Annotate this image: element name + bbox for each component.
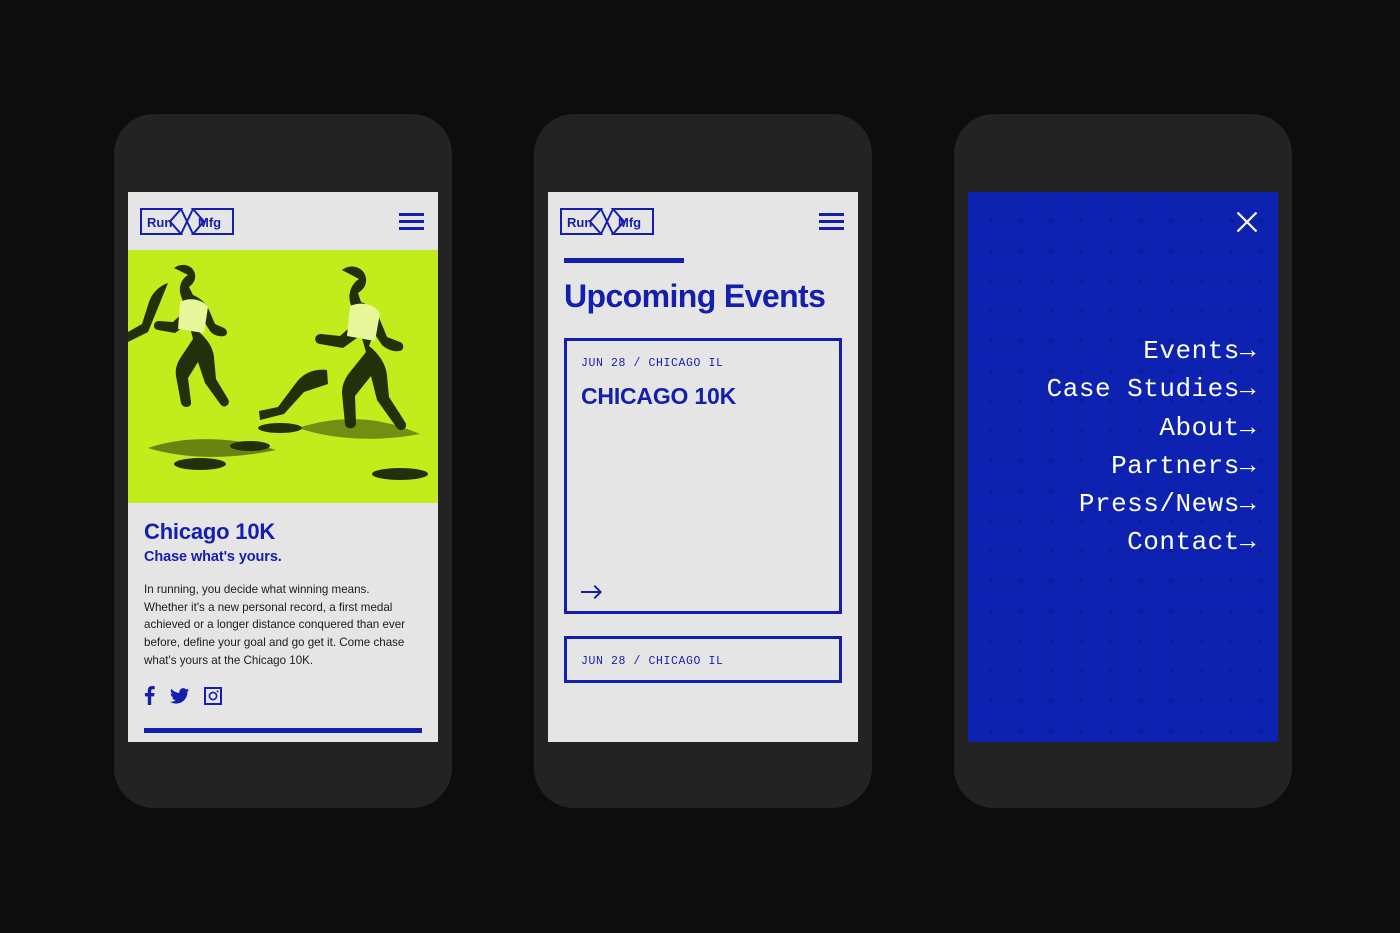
title-accent-rule: [564, 258, 684, 263]
facebook-icon[interactable]: [144, 686, 155, 706]
menu-item-press-news[interactable]: Press/News→: [1079, 490, 1256, 518]
phone-mockup-menu: Events→ Case Studies→ About→ Partners→ P…: [954, 114, 1292, 808]
menu-item-partners[interactable]: Partners→: [1111, 452, 1256, 480]
phone-mockup-article: Run Mfg Chicago 10K Chase what's yours. …: [114, 114, 452, 808]
event-meta: JUN 28 / CHICAGO IL: [581, 655, 724, 669]
hamburger-bar: [399, 212, 424, 216]
hamburger-icon[interactable]: [819, 212, 844, 230]
social-links: [144, 686, 422, 706]
event-meta: JUN 28 / CHICAGO IL: [581, 357, 724, 371]
article-block: Chicago 10K Chase what's yours. In runni…: [128, 503, 438, 706]
hamburger-bar: [819, 219, 844, 223]
app-bar: Run Mfg: [548, 192, 858, 250]
svg-text:Run: Run: [147, 215, 172, 230]
section-divider: [144, 728, 422, 734]
twitter-icon[interactable]: [170, 687, 189, 704]
section-title: Upcoming Events: [564, 278, 826, 314]
article-body: In running, you decide what winning mean…: [144, 583, 406, 667]
brand-logo[interactable]: Run Mfg: [559, 207, 655, 236]
menu-item-contact[interactable]: Contact→: [1127, 529, 1256, 557]
brand-logo[interactable]: Run Mfg: [139, 207, 235, 236]
screen-menu: Events→ Case Studies→ About→ Partners→ P…: [968, 192, 1278, 742]
events-body: Upcoming Events JUN 28 / CHICAGO IL CHIC…: [548, 258, 858, 684]
menu-overlay: Events→ Case Studies→ About→ Partners→ P…: [968, 192, 1278, 742]
close-icon[interactable]: [1236, 211, 1258, 233]
hamburger-bar: [399, 226, 424, 230]
app-bar: Run Mfg: [128, 192, 438, 250]
hero-image-runners: [128, 250, 438, 503]
page-title: Chicago 10K: [144, 519, 276, 544]
menu-item-events[interactable]: Events→: [1143, 337, 1256, 365]
main-menu: Events→ Case Studies→ About→ Partners→ P…: [978, 337, 1256, 557]
page-subtitle: Chase what's yours.: [144, 549, 282, 566]
hamburger-icon[interactable]: [399, 212, 424, 230]
arrow-right-icon[interactable]: [581, 585, 825, 600]
event-card[interactable]: JUN 28 / CHICAGO IL: [564, 636, 842, 684]
hamburger-bar: [399, 219, 424, 223]
showcase-stage: Run Mfg Chicago 10K Chase what's yours. …: [0, 0, 1400, 933]
event-name: CHICAGO 10K: [581, 383, 736, 410]
screen-article: Run Mfg Chicago 10K Chase what's yours. …: [128, 192, 438, 742]
instagram-icon[interactable]: [204, 686, 222, 705]
hamburger-bar: [819, 212, 844, 216]
screen-events: Run Mfg Upcoming Events JUN 28 / CHICAGO…: [548, 192, 858, 742]
phone-mockup-events: Run Mfg Upcoming Events JUN 28 / CHICAGO…: [534, 114, 872, 808]
svg-text:Run: Run: [567, 215, 592, 230]
event-card[interactable]: JUN 28 / CHICAGO IL CHICAGO 10K: [564, 338, 842, 615]
menu-item-case-studies[interactable]: Case Studies→: [1047, 375, 1256, 403]
menu-item-about[interactable]: About→: [1159, 414, 1256, 442]
svg-text:Mfg: Mfg: [198, 215, 221, 230]
hamburger-bar: [819, 226, 844, 230]
svg-text:Mfg: Mfg: [618, 215, 641, 230]
